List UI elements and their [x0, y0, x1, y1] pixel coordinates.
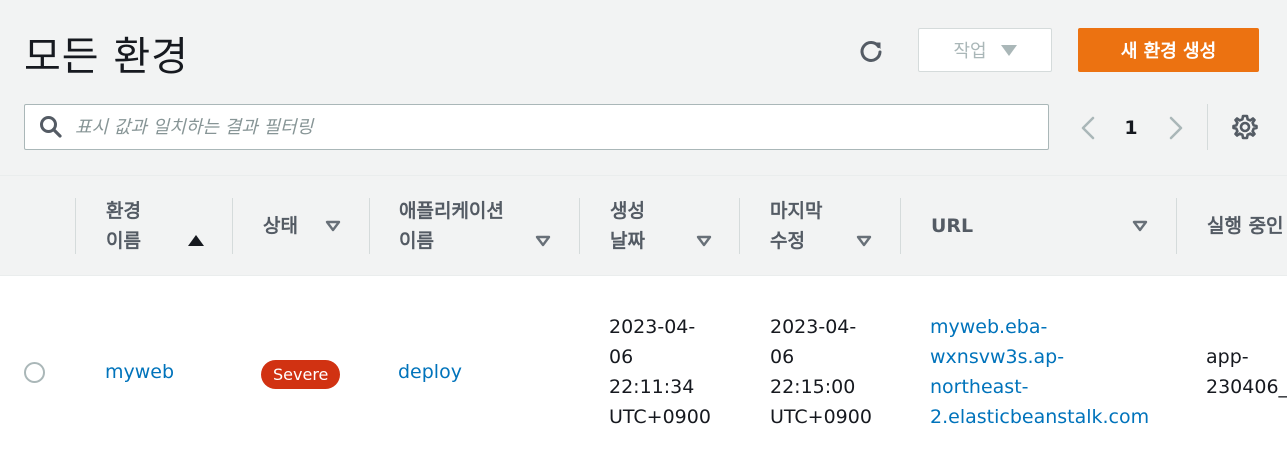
application-name-link[interactable]: deploy	[398, 357, 462, 387]
column-label: URL	[931, 215, 974, 237]
column-separator	[739, 198, 740, 254]
sort-ascending-icon	[188, 235, 204, 246]
column-label: 실행 중인	[1207, 215, 1284, 237]
search-icon	[37, 113, 65, 141]
next-page-button[interactable]	[1162, 108, 1190, 148]
gear-icon	[1232, 114, 1258, 140]
last-modified-value: 2023-04- 06 22:15:00 UTC+0900	[770, 316, 872, 428]
sort-icon	[325, 220, 341, 232]
environment-url-link[interactable]: myweb.eba- wxnsvw3s.ap- northeast- 2.ela…	[930, 312, 1149, 432]
page-title: 모든 환경	[24, 34, 189, 80]
actions-label: 작업	[953, 41, 987, 62]
caret-down-icon	[1000, 44, 1017, 56]
sort-icon	[696, 235, 712, 247]
column-separator	[369, 198, 370, 254]
column-label: 애플리케이션 이름	[399, 200, 504, 252]
filter-input[interactable]	[75, 107, 1048, 147]
filter-box	[24, 104, 1049, 150]
column-header-status[interactable]: 상태	[263, 176, 363, 276]
column-header-creation-date[interactable]: 생성 날짜	[610, 176, 735, 276]
column-separator	[579, 198, 580, 254]
refresh-button[interactable]	[852, 32, 890, 70]
column-label: 마지막 수정	[770, 200, 823, 252]
column-separator	[1176, 198, 1177, 254]
chevron-right-icon	[1169, 116, 1183, 140]
sort-icon	[1132, 220, 1148, 232]
refresh-icon	[860, 41, 882, 62]
column-separator	[75, 198, 76, 254]
column-label: 환경 이름	[106, 200, 141, 252]
column-header-application-name[interactable]: 애플리케이션 이름	[399, 176, 574, 276]
actions-dropdown-button[interactable]: 작업	[918, 28, 1052, 72]
column-label: 생성 날짜	[610, 200, 645, 252]
column-header-last-modified[interactable]: 마지막 수정	[770, 176, 895, 276]
table-header: 환경 이름 상태 애플리케이션 이름 생성 날짜 마지막 수정 URL 실행 중…	[0, 175, 1287, 276]
row-select-radio[interactable]	[24, 362, 45, 383]
create-environment-button[interactable]: 새 환경 생성	[1078, 28, 1259, 72]
sort-icon	[535, 235, 551, 247]
column-header-running-version[interactable]: 실행 중인	[1207, 176, 1287, 276]
table-preferences-button[interactable]	[1228, 110, 1262, 144]
creation-date-value: 2023-04- 06 22:11:34 UTC+0900	[609, 316, 711, 428]
sort-icon	[856, 235, 872, 247]
status-badge: Severe	[261, 360, 341, 389]
environment-name-link[interactable]: myweb	[105, 357, 174, 387]
column-separator	[900, 198, 901, 254]
column-label: 상태	[263, 215, 298, 237]
chevron-left-icon	[1081, 116, 1095, 140]
column-header-environment-name[interactable]: 환경 이름	[106, 176, 226, 276]
column-separator	[232, 198, 233, 254]
previous-page-button[interactable]	[1074, 108, 1102, 148]
pager-divider	[1207, 104, 1208, 150]
current-page-number[interactable]: 1	[1116, 108, 1146, 148]
running-version-value: app- 230406_	[1206, 346, 1287, 398]
column-header-url[interactable]: URL	[931, 176, 1171, 276]
